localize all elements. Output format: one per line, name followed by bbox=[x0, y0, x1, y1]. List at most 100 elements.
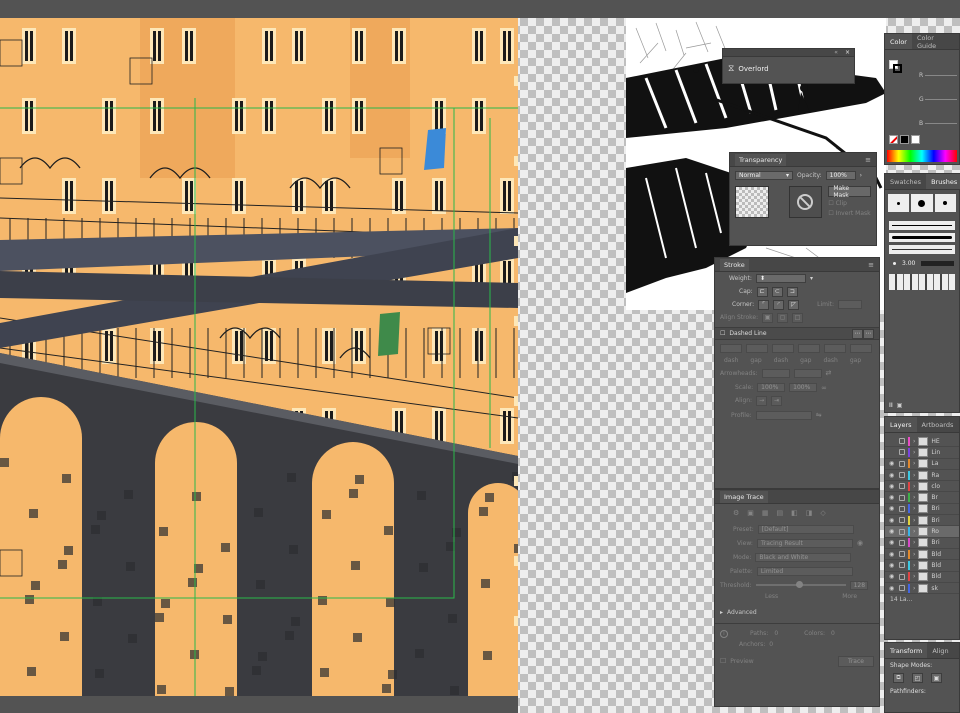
scale-input-1[interactable]: 100% bbox=[757, 383, 786, 392]
high-color-icon[interactable]: ▦ bbox=[762, 509, 769, 517]
lock-toggle-icon[interactable] bbox=[899, 494, 905, 501]
dash-align-icon[interactable]: ⋯ bbox=[863, 328, 874, 339]
transparency-tab[interactable]: Transparency bbox=[735, 153, 787, 166]
lock-toggle-icon[interactable] bbox=[899, 539, 905, 546]
stroke-tab[interactable]: Stroke bbox=[720, 258, 749, 271]
layer-row[interactable]: › HE bbox=[885, 436, 959, 448]
layer-row[interactable]: › Lin bbox=[885, 447, 959, 459]
lock-toggle-icon[interactable] bbox=[899, 460, 905, 467]
arrow-start-select[interactable] bbox=[761, 368, 790, 378]
lock-toggle-icon[interactable] bbox=[899, 551, 905, 558]
dash-preserve-icon[interactable]: ⋯ bbox=[852, 328, 863, 339]
expand-layer-icon[interactable]: › bbox=[913, 483, 915, 490]
expand-layer-icon[interactable]: › bbox=[913, 494, 915, 501]
visibility-eye-icon[interactable]: ◉ bbox=[889, 585, 896, 592]
lock-toggle-icon[interactable] bbox=[899, 573, 905, 580]
minus-front-icon[interactable]: ◰ bbox=[912, 673, 923, 683]
lock-toggle-icon[interactable] bbox=[899, 449, 905, 456]
chevron-right-icon[interactable]: › bbox=[860, 172, 862, 179]
chevron-down-icon[interactable]: ▾ bbox=[810, 275, 813, 282]
expand-layer-icon[interactable]: › bbox=[913, 562, 915, 569]
bevel-join-icon[interactable]: ◸ bbox=[788, 299, 800, 310]
scale-input-2[interactable]: 100% bbox=[789, 383, 818, 392]
layer-row[interactable]: ◉ › Bri bbox=[885, 538, 959, 549]
visibility-eye-icon[interactable]: ◉ bbox=[889, 517, 896, 524]
grayscale-icon[interactable]: ◧ bbox=[791, 509, 798, 517]
dash-input-1[interactable] bbox=[720, 343, 742, 353]
layer-row[interactable]: ◉ › La bbox=[885, 459, 959, 470]
lock-toggle-icon[interactable] bbox=[899, 562, 905, 569]
tab-layers[interactable]: Layers bbox=[885, 417, 917, 432]
gap-input-1[interactable] bbox=[746, 343, 768, 353]
miter-join-icon[interactable]: ⌜ bbox=[758, 299, 770, 310]
white-swatch[interactable] bbox=[911, 135, 920, 144]
r-slider[interactable] bbox=[925, 75, 957, 76]
align-center-icon[interactable]: ▣ bbox=[762, 312, 774, 323]
color-spectrum-bar[interactable] bbox=[887, 150, 957, 162]
eye-icon[interactable]: ◉ bbox=[857, 539, 863, 547]
dashed-line-checkbox[interactable]: ☐ bbox=[720, 330, 725, 337]
black-white-icon[interactable]: ◨ bbox=[806, 509, 813, 517]
view-select[interactable]: Tracing Result bbox=[756, 538, 853, 548]
limit-input[interactable] bbox=[838, 300, 863, 309]
g-slider[interactable] bbox=[925, 99, 957, 100]
lock-toggle-icon[interactable] bbox=[899, 517, 905, 524]
tab-color[interactable]: Color bbox=[885, 34, 912, 49]
flip-icon[interactable]: ⇋ bbox=[816, 411, 822, 419]
opacity-input[interactable]: 100% bbox=[825, 170, 856, 180]
butt-cap-icon[interactable]: ⊏ bbox=[756, 286, 768, 297]
expand-arrow-icon[interactable]: ▸ bbox=[720, 609, 723, 616]
lock-toggle-icon[interactable] bbox=[899, 528, 905, 535]
brush-stroke-1[interactable] bbox=[889, 221, 955, 230]
expand-layer-icon[interactable]: › bbox=[913, 517, 915, 524]
panel-menu-icon[interactable]: ≡ bbox=[868, 261, 874, 269]
brush-stroke-3[interactable] bbox=[889, 245, 955, 254]
stroke-swatch[interactable] bbox=[893, 64, 902, 73]
gap-input-2[interactable] bbox=[798, 343, 820, 353]
layer-row[interactable]: ◉ › Bri bbox=[885, 504, 959, 516]
visibility-eye-icon[interactable]: ◉ bbox=[889, 460, 896, 467]
brush-stroke-2[interactable] bbox=[889, 233, 955, 242]
link-icon[interactable]: ∞ bbox=[821, 384, 827, 392]
lock-toggle-icon[interactable] bbox=[899, 585, 905, 591]
clip-checkbox[interactable]: ☐ Clip bbox=[828, 200, 871, 207]
trace-button[interactable]: Trace bbox=[838, 655, 874, 667]
tab-color-guide[interactable]: Color Guide bbox=[912, 34, 959, 50]
object-thumbnail[interactable] bbox=[735, 186, 769, 218]
panel-menu-icon[interactable]: ≡ bbox=[865, 156, 871, 164]
outline-icon[interactable]: ◇ bbox=[820, 509, 825, 517]
visibility-eye-icon[interactable]: ◉ bbox=[889, 483, 896, 490]
brush-medium[interactable] bbox=[911, 194, 933, 212]
projecting-cap-icon[interactable]: ⊐ bbox=[786, 286, 798, 297]
preview-checkbox[interactable]: ☐ bbox=[720, 657, 726, 665]
visibility-eye-icon[interactable]: ◉ bbox=[889, 539, 896, 546]
advanced-toggle[interactable]: Advanced bbox=[727, 609, 757, 616]
round-join-icon[interactable]: ◜ bbox=[773, 299, 785, 310]
brush-library-icon[interactable]: 𝐈𝐈 bbox=[889, 402, 893, 410]
expand-layer-icon[interactable]: › bbox=[913, 460, 915, 467]
city-bridge-artwork[interactable] bbox=[0, 18, 518, 696]
intersect-icon[interactable]: ▣ bbox=[931, 673, 942, 683]
lock-toggle-icon[interactable] bbox=[899, 505, 905, 512]
expand-layer-icon[interactable]: › bbox=[913, 585, 915, 592]
brush-large[interactable] bbox=[934, 194, 956, 212]
align-outside-icon[interactable]: □ bbox=[792, 312, 804, 323]
expand-layer-icon[interactable]: › bbox=[913, 472, 915, 479]
artboard-illustration[interactable] bbox=[0, 18, 518, 696]
image-trace-tab[interactable]: Image Trace bbox=[720, 490, 768, 503]
expand-layer-icon[interactable]: › bbox=[913, 505, 915, 512]
visibility-eye-icon[interactable]: ◉ bbox=[889, 562, 896, 569]
weight-input[interactable]: ⬍ bbox=[755, 274, 806, 283]
auto-color-icon[interactable]: ⚙ bbox=[733, 509, 739, 517]
expand-layer-icon[interactable]: › bbox=[913, 449, 915, 456]
visibility-eye-icon[interactable]: ◉ bbox=[889, 505, 896, 512]
lock-toggle-icon[interactable] bbox=[899, 483, 905, 490]
visibility-eye-icon[interactable]: ◉ bbox=[889, 528, 896, 535]
visibility-eye-icon[interactable]: ◉ bbox=[889, 551, 896, 558]
tab-brushes[interactable]: Brushes bbox=[926, 174, 960, 189]
arrow-align-2-icon[interactable]: ⇥ bbox=[771, 395, 783, 406]
camera-icon[interactable]: ▣ bbox=[747, 509, 754, 517]
dash-input-3[interactable] bbox=[824, 343, 846, 353]
layer-row[interactable]: ◉ › sk bbox=[885, 583, 959, 595]
layer-row[interactable]: ◉ › Bri bbox=[885, 515, 959, 527]
